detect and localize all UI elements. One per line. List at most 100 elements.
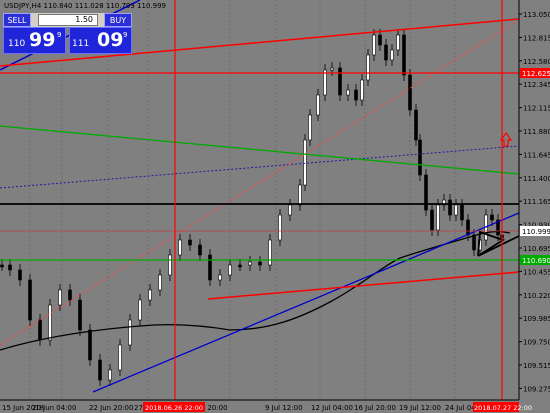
candle-body bbox=[8, 264, 12, 271]
candle-body bbox=[278, 214, 282, 241]
price-axis-label: 111.165 bbox=[523, 198, 550, 206]
sell-price-pip: 9 bbox=[57, 31, 62, 39]
candle-body bbox=[436, 204, 440, 231]
candle-body bbox=[198, 244, 202, 256]
time-marker-tag-1: 2018.06.26 22:00 bbox=[143, 402, 205, 412]
price-chart[interactable]: 113.050 112.815 112.580 112.345 112.115 111.8… bbox=[0, 0, 550, 413]
svg-text:112.625: 112.625 bbox=[522, 70, 550, 78]
candle-body bbox=[396, 34, 400, 51]
candle-body bbox=[308, 114, 312, 141]
price-axis-label: 110.455 bbox=[523, 268, 550, 276]
price-axis-label: 110.695 bbox=[523, 245, 550, 253]
candle-body bbox=[338, 67, 342, 96]
svg-text:2018.07.27 22:00: 2018.07.27 22:00 bbox=[474, 404, 532, 412]
time-marker-tag-2: 2018.07.27 22:00 bbox=[473, 402, 532, 412]
candle-body bbox=[378, 34, 382, 46]
buy-quote[interactable]: 111 09 9 bbox=[69, 27, 132, 54]
candle-body bbox=[303, 139, 307, 186]
buy-price-prefix: 111 bbox=[72, 39, 90, 49]
candle-body bbox=[88, 329, 92, 361]
candle-body bbox=[108, 369, 112, 381]
price-axis-label: 112.815 bbox=[523, 34, 550, 42]
price-axis-label: 112.580 bbox=[523, 58, 550, 66]
price-axis-label: 109.750 bbox=[523, 339, 550, 347]
candle-body bbox=[384, 44, 388, 61]
candle-body bbox=[448, 199, 452, 216]
candle-body bbox=[28, 279, 32, 321]
candle-body bbox=[316, 94, 320, 116]
current-price-tag: 110.999 bbox=[520, 226, 550, 236]
buy-button[interactable]: BUY bbox=[104, 13, 132, 27]
candle-body bbox=[138, 299, 142, 321]
candle-body bbox=[466, 219, 470, 236]
sell-price-prefix: 110 bbox=[8, 39, 26, 49]
candle-body bbox=[402, 34, 406, 76]
svg-text:2018.06.26 22:00: 2018.06.26 22:00 bbox=[145, 404, 203, 412]
candle-body bbox=[472, 234, 476, 251]
candle-body bbox=[128, 319, 132, 346]
candle-body bbox=[430, 209, 434, 231]
candle-body bbox=[490, 214, 494, 221]
candle-body bbox=[168, 254, 172, 276]
candle-body bbox=[288, 204, 292, 216]
sell-button[interactable]: SELL bbox=[3, 13, 31, 27]
price-axis-label: 113.050 bbox=[523, 11, 550, 19]
one-click-trading-panel: SELL ▼ 1.50 BUY 110 99 9 111 09 9 bbox=[3, 13, 132, 54]
candle-body bbox=[38, 319, 42, 341]
candle-body bbox=[372, 34, 376, 56]
candle-body bbox=[48, 304, 52, 341]
svg-text:110.999: 110.999 bbox=[522, 228, 550, 236]
svg-text:110.690: 110.690 bbox=[522, 257, 550, 265]
candle-body bbox=[268, 239, 272, 266]
candle-body bbox=[78, 299, 82, 331]
price-axis-label: 109.985 bbox=[523, 315, 550, 323]
time-axis-label: 16 Jul 20:00 bbox=[354, 404, 396, 412]
buy-price-big: 09 bbox=[97, 29, 124, 51]
price-axis-label: 109.515 bbox=[523, 362, 550, 370]
candle-body bbox=[330, 67, 334, 71]
candle-body bbox=[408, 74, 412, 111]
candle-body bbox=[360, 79, 364, 101]
candle-body bbox=[218, 274, 222, 281]
candle-body bbox=[418, 139, 422, 176]
candle-body bbox=[258, 261, 262, 266]
price-axis-label: 111.400 bbox=[523, 175, 550, 183]
sell-quote[interactable]: 110 99 9 bbox=[3, 27, 66, 54]
candle-body bbox=[98, 359, 102, 381]
price-axis-label: 112.345 bbox=[523, 81, 550, 89]
price-axis-label: 112.115 bbox=[523, 105, 550, 113]
price-axis-label: 110.220 bbox=[523, 292, 550, 300]
candle-body bbox=[118, 344, 122, 371]
candle-body bbox=[346, 89, 350, 96]
candle-body bbox=[178, 239, 182, 256]
support-price-tag: 110.690 bbox=[520, 255, 550, 265]
candle-body bbox=[208, 254, 212, 281]
candle-body bbox=[148, 289, 152, 301]
time-axis-label: 20 Jun 04:00 bbox=[32, 404, 76, 412]
candle-body bbox=[68, 289, 72, 301]
time-axis-label: 22 Jun 20:00 bbox=[89, 404, 133, 412]
candle-body bbox=[298, 184, 302, 206]
price-axis-label: 109.275 bbox=[523, 385, 550, 393]
candle-body bbox=[18, 269, 22, 281]
candle-body bbox=[158, 274, 162, 291]
buy-price-pip: 9 bbox=[123, 31, 128, 39]
resistance-price-tag: 112.625 bbox=[520, 68, 550, 78]
lot-size-input[interactable]: 1.50 bbox=[38, 14, 98, 26]
candle-body bbox=[0, 264, 4, 268]
candle-body bbox=[390, 49, 394, 61]
candle-body bbox=[460, 204, 464, 221]
price-axis-label: 111.645 bbox=[523, 151, 550, 159]
candle-body bbox=[238, 264, 242, 268]
candle-body bbox=[366, 54, 370, 81]
candle-body bbox=[323, 69, 327, 96]
candle-body bbox=[454, 204, 458, 216]
candle-body bbox=[354, 89, 358, 101]
candle-body bbox=[188, 239, 192, 246]
candle-body bbox=[414, 109, 418, 141]
symbol-info: USDJPY,H4 110.840 111.028 110.793 110.99… bbox=[4, 2, 166, 10]
candle-body bbox=[58, 289, 62, 306]
time-axis-label: 19 Jul 12:00 bbox=[399, 404, 441, 412]
candle-body bbox=[228, 264, 232, 276]
time-axis-label: 12 Jul 04:00 bbox=[311, 404, 353, 412]
